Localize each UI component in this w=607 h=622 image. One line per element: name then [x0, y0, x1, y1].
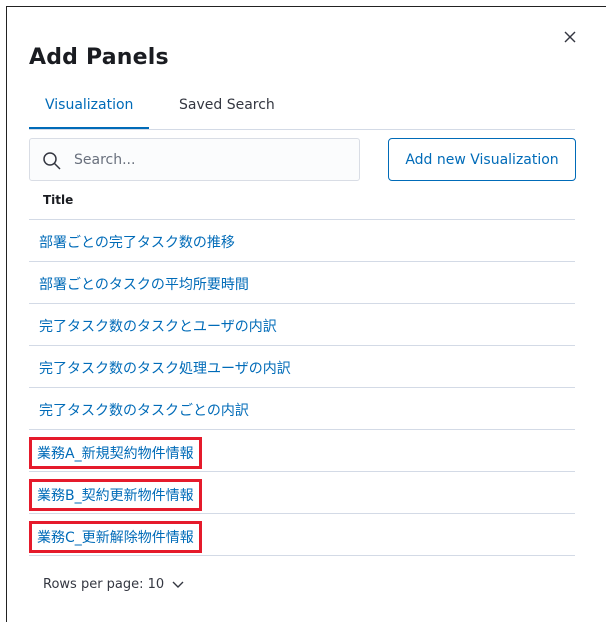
chevron-down-icon	[172, 581, 184, 588]
tab-saved-search[interactable]: Saved Search	[179, 95, 275, 127]
visualization-link[interactable]: 完了タスク数のタスク処理ユーザの内訳	[39, 358, 291, 378]
flyout-title: Add Panels	[29, 45, 169, 70]
rows-per-page-selector[interactable]: Rows per page: 10	[43, 577, 184, 592]
tab-bar: Visualization Saved Search	[29, 89, 575, 130]
close-icon[interactable]	[562, 29, 578, 45]
visualization-link[interactable]: 業務C_更新解除物件情報	[29, 521, 202, 553]
add-new-visualization-button[interactable]: Add new Visualization	[388, 138, 576, 181]
search-field[interactable]	[29, 138, 360, 181]
column-header-title[interactable]: Title	[43, 193, 73, 207]
visualization-link[interactable]: 業務A_新規契約物件情報	[29, 437, 202, 469]
visualization-link[interactable]: 部署ごとのタスクの平均所要時間	[39, 274, 249, 294]
visualization-link[interactable]: 完了タスク数のタスクとユーザの内訳	[39, 316, 277, 336]
visualization-link[interactable]: 業務B_契約更新物件情報	[29, 479, 202, 511]
table-row-highlighted: 業務B_契約更新物件情報	[29, 472, 575, 514]
tab-visualization[interactable]: Visualization	[29, 95, 150, 129]
visualization-link[interactable]: 部署ごとの完了タスク数の推移	[39, 232, 235, 252]
visualization-list: 部署ごとの完了タスク数の推移 部署ごとのタスクの平均所要時間 完了タスク数のタス…	[29, 220, 575, 556]
table-row: 完了タスク数のタスク処理ユーザの内訳	[29, 346, 575, 388]
table-row: 部署ごとのタスクの平均所要時間	[29, 262, 575, 304]
search-icon	[43, 152, 61, 170]
table-row-highlighted: 業務A_新規契約物件情報	[29, 430, 575, 472]
search-input[interactable]	[74, 139, 354, 180]
rows-per-page-label: Rows per page: 10	[43, 577, 165, 592]
visualization-link[interactable]: 完了タスク数のタスクごとの内訳	[39, 400, 249, 420]
add-panels-flyout: Add Panels Visualization Saved Search Ad…	[6, 6, 606, 622]
table-row: 完了タスク数のタスクとユーザの内訳	[29, 304, 575, 346]
table-header: Title	[29, 193, 575, 220]
table-row-highlighted: 業務C_更新解除物件情報	[29, 514, 575, 556]
table-row: 部署ごとの完了タスク数の推移	[29, 220, 575, 262]
table-row: 完了タスク数のタスクごとの内訳	[29, 388, 575, 430]
